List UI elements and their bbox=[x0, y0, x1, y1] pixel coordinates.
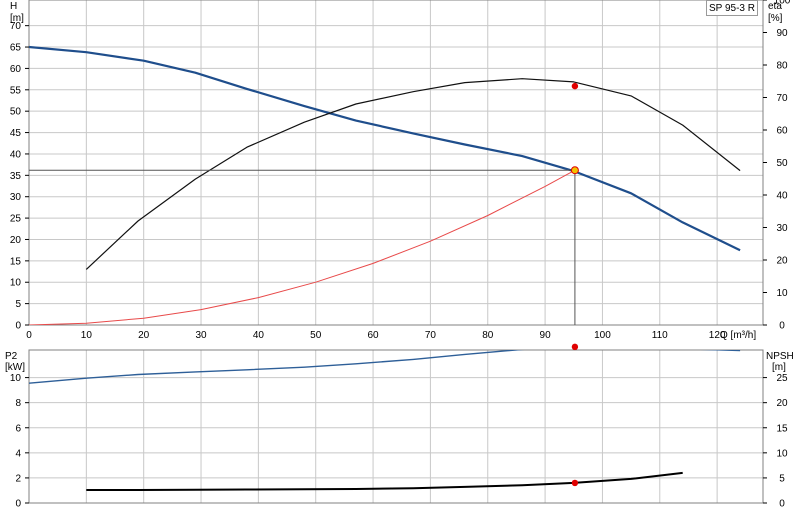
y2-tick-label: 70 bbox=[776, 93, 788, 104]
x-tick-label: 90 bbox=[540, 330, 552, 341]
y-axis-unit: [kW] bbox=[5, 362, 25, 373]
y-tick-label: 5 bbox=[15, 299, 21, 310]
x-tick-label: 50 bbox=[310, 330, 322, 341]
y2-tick-label: 15 bbox=[776, 423, 788, 434]
y-tick-label: 60 bbox=[10, 64, 22, 75]
y-tick-label: 6 bbox=[15, 423, 21, 434]
y-tick-label: 8 bbox=[15, 398, 21, 409]
x-tick-label: 60 bbox=[368, 330, 380, 341]
y-axis-unit: [m] bbox=[10, 13, 24, 24]
y2-tick-label: 30 bbox=[776, 223, 788, 234]
plot-frame bbox=[28, 0, 764, 326]
y-tick-label: 35 bbox=[10, 171, 22, 182]
y-tick-label: 20 bbox=[10, 235, 22, 246]
y2-tick-label: 25 bbox=[776, 373, 788, 384]
y2-tick-label: 10 bbox=[776, 288, 788, 299]
pump-curve-chart: 0510152025303540455055606570010203040506… bbox=[5, 0, 794, 510]
y2-axis-unit: [%] bbox=[768, 13, 783, 24]
y2-axis-label: NPSH bbox=[766, 351, 794, 362]
x-tick-label: 70 bbox=[425, 330, 437, 341]
y-tick-label: 25 bbox=[10, 214, 22, 225]
y2-tick-label: 20 bbox=[776, 398, 788, 409]
y2-tick-label: 0 bbox=[779, 499, 785, 510]
y-tick-label: 55 bbox=[10, 85, 22, 96]
y-tick-label: 30 bbox=[10, 192, 22, 203]
plot-frame bbox=[28, 349, 764, 504]
efficiency-point bbox=[571, 82, 579, 90]
y2-tick-label: 90 bbox=[776, 28, 788, 39]
y2-tick-label: 5 bbox=[779, 473, 785, 484]
duty-point bbox=[570, 166, 579, 175]
npsh-point bbox=[571, 479, 579, 487]
y2-tick-label: 20 bbox=[776, 256, 788, 267]
y-axis-label: H bbox=[10, 1, 17, 12]
pump-model-legend: SP 95-3 R bbox=[706, 0, 758, 16]
power-point bbox=[571, 343, 579, 351]
x-tick-label: 40 bbox=[253, 330, 265, 341]
x-axis-label: Q [m³/h] bbox=[720, 330, 756, 341]
npsh-curve bbox=[86, 471, 683, 491]
x-tick-label: 80 bbox=[482, 330, 494, 341]
y2-tick-label: 0 bbox=[779, 321, 785, 332]
y-tick-label: 45 bbox=[10, 128, 22, 139]
y2-axis-label: eta bbox=[768, 1, 782, 12]
y2-axis-unit: [m] bbox=[772, 362, 786, 373]
y-tick-label: 50 bbox=[10, 107, 22, 118]
efficiency-curve bbox=[85, 78, 741, 270]
x-tick-label: 100 bbox=[594, 330, 611, 341]
x-tick-label: 10 bbox=[81, 330, 93, 341]
y-tick-label: 40 bbox=[10, 149, 22, 160]
y-tick-label: 10 bbox=[10, 278, 22, 289]
y2-tick-label: 50 bbox=[776, 158, 788, 169]
system-curve bbox=[29, 169, 576, 325]
y-tick-label: 15 bbox=[10, 256, 22, 267]
y-tick-label: 65 bbox=[10, 43, 22, 54]
y-tick-label: 10 bbox=[10, 373, 22, 384]
y2-tick-label: 10 bbox=[776, 448, 788, 459]
y2-tick-label: 40 bbox=[776, 191, 788, 202]
y-tick-label: 2 bbox=[15, 473, 21, 484]
y2-tick-label: 60 bbox=[776, 126, 788, 137]
x-tick-label: 0 bbox=[26, 330, 32, 341]
y-tick-label: 4 bbox=[15, 448, 21, 459]
head-curve bbox=[29, 45, 741, 252]
y-axis-label: P2 bbox=[5, 351, 18, 362]
x-tick-label: 30 bbox=[195, 330, 207, 341]
x-tick-label: 110 bbox=[652, 330, 668, 341]
y-tick-label: 0 bbox=[15, 321, 21, 332]
y-tick-label: 0 bbox=[15, 499, 21, 510]
x-tick-label: 20 bbox=[138, 330, 150, 341]
y2-tick-label: 80 bbox=[776, 61, 788, 72]
